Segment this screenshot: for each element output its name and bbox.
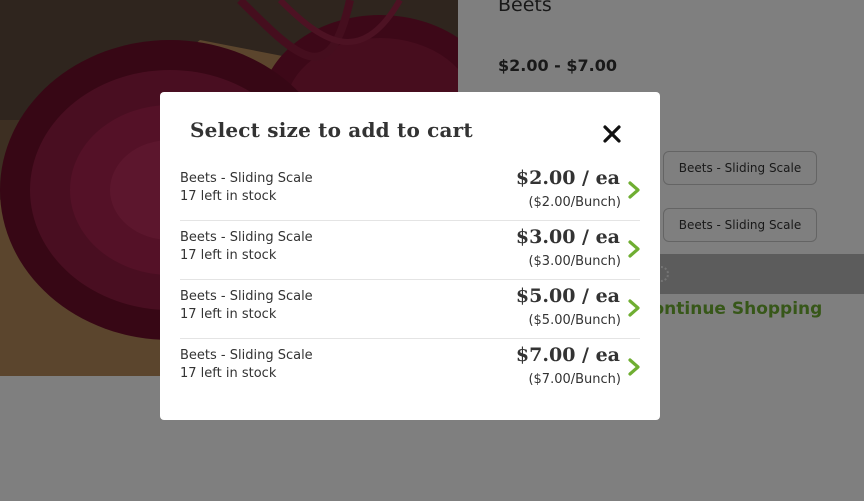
size-row-name: Beets - Sliding Scale [180, 230, 313, 245]
size-row-stock: 17 left in stock [180, 307, 277, 322]
select-size-modal: Select size to add to cart Beets - Slidi… [160, 92, 660, 420]
modal-title: Select size to add to cart [190, 118, 473, 142]
chevron-right-icon [628, 181, 640, 199]
size-row-unit-price: ($7.00/Bunch) [528, 372, 621, 387]
size-row-price: $5.00 / ea [515, 285, 620, 307]
chevron-right-icon [628, 299, 640, 317]
size-row-stock: 17 left in stock [180, 366, 277, 381]
size-row-name: Beets - Sliding Scale [180, 171, 313, 186]
size-row-unit-price: ($3.00/Bunch) [528, 254, 621, 269]
size-row-name: Beets - Sliding Scale [180, 289, 313, 304]
size-row-price: $2.00 / ea [515, 167, 620, 189]
size-list: Beets - Sliding Scale 17 left in stock $… [180, 162, 640, 397]
size-row-price: $7.00 / ea [515, 344, 620, 366]
size-row-unit-price: ($5.00/Bunch) [528, 313, 621, 328]
size-row[interactable]: Beets - Sliding Scale 17 left in stock $… [180, 162, 640, 221]
chevron-right-icon [628, 240, 640, 258]
chevron-right-icon [628, 358, 640, 376]
size-row-unit-price: ($2.00/Bunch) [528, 195, 621, 210]
size-row-name: Beets - Sliding Scale [180, 348, 313, 363]
size-row[interactable]: Beets - Sliding Scale 17 left in stock $… [180, 339, 640, 397]
close-icon [603, 125, 621, 143]
size-row[interactable]: Beets - Sliding Scale 17 left in stock $… [180, 221, 640, 280]
size-row-stock: 17 left in stock [180, 248, 277, 263]
size-row-stock: 17 left in stock [180, 189, 277, 204]
close-button[interactable] [600, 122, 624, 146]
size-row-price: $3.00 / ea [515, 226, 620, 248]
size-row[interactable]: Beets - Sliding Scale 17 left in stock $… [180, 280, 640, 339]
